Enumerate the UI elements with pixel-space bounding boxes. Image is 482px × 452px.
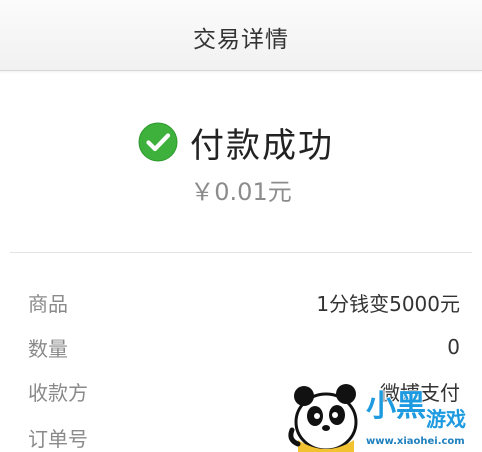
check-circle-icon bbox=[138, 122, 178, 162]
status-text: 付款成功 bbox=[190, 125, 334, 166]
site-watermark-logo: 小黑 游戏 www.xiaohei.com bbox=[288, 384, 467, 452]
detail-row-quantity: 数量 0 bbox=[28, 332, 460, 362]
detail-value: 0 bbox=[447, 335, 460, 359]
detail-row-product: 商品 1分钱变5000元 bbox=[28, 287, 460, 317]
detail-label: 收款方 bbox=[28, 380, 88, 405]
svg-text:游戏: 游戏 bbox=[426, 407, 466, 431]
svg-text:小黑: 小黑 bbox=[366, 389, 426, 424]
detail-value: 1分钱变5000元 bbox=[316, 291, 460, 316]
header-bar: 交易详情 bbox=[0, 0, 482, 71]
payment-amount: ￥0.01元 bbox=[190, 178, 292, 206]
svg-text:www.xiaohei.com: www.xiaohei.com bbox=[366, 436, 465, 447]
page-title: 交易详情 bbox=[193, 27, 289, 53]
site-mark: 小黑 游戏 www.xiaohei.com bbox=[365, 388, 467, 447]
detail-label: 商品 bbox=[28, 291, 68, 316]
panda-mascot-logo bbox=[288, 384, 358, 452]
detail-label: 订单号 bbox=[28, 426, 88, 451]
payment-status: 付款成功 bbox=[0, 118, 482, 166]
divider bbox=[10, 252, 472, 253]
detail-label: 数量 bbox=[28, 336, 68, 361]
transaction-detail-page: 交易详情 付款成功 ￥0.01元 商品 1分钱变5000元 数量 0 收款方 微… bbox=[0, 0, 482, 452]
